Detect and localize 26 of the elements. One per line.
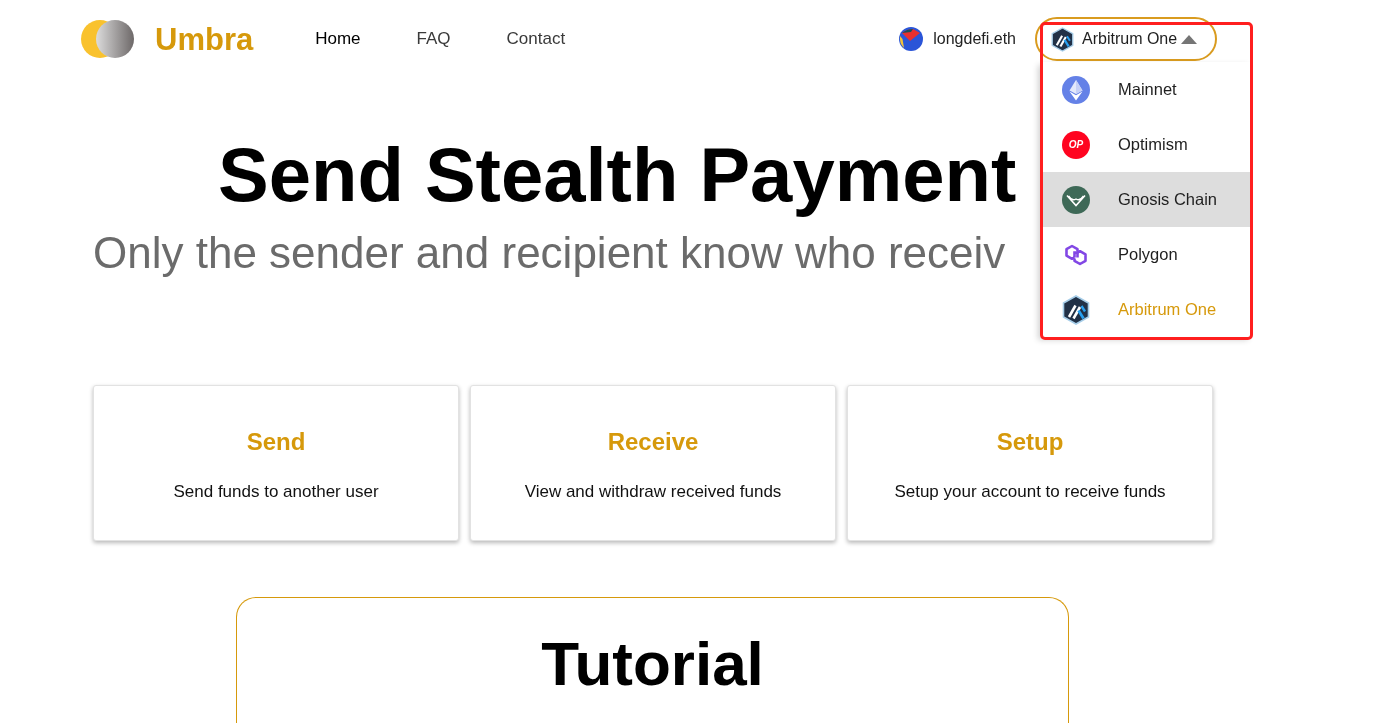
action-card[interactable]: Setup Setup your account to receive funds bbox=[847, 385, 1213, 541]
action-card[interactable]: Receive View and withdraw received funds bbox=[470, 385, 836, 541]
page-subtitle: Only the sender and recipient know who receiv bbox=[93, 231, 1006, 275]
owl-emblem-icon bbox=[1062, 185, 1090, 214]
card-title: Receive bbox=[607, 431, 699, 453]
network-logo: OP bbox=[1062, 130, 1090, 159]
card-description: View and withdraw received funds bbox=[524, 482, 782, 502]
network-option[interactable]: Gnosis Chain bbox=[1040, 172, 1250, 227]
avatar-icon bbox=[899, 27, 924, 51]
network-button[interactable]: Arbitrum One bbox=[1035, 17, 1217, 61]
account-name[interactable]: longdefi.eth bbox=[933, 27, 1016, 51]
striped-hexagon-icon bbox=[1062, 294, 1090, 325]
nav-link[interactable]: Home bbox=[315, 26, 361, 52]
card-description: Setup your account to receive funds bbox=[894, 482, 1166, 502]
tutorial-title: Tutorial bbox=[541, 633, 764, 695]
striped-hexagon-icon bbox=[1051, 26, 1074, 52]
diamond-coin-icon bbox=[1062, 75, 1090, 104]
nav-link[interactable]: FAQ bbox=[416, 26, 451, 52]
network-option[interactable]: Mainnet bbox=[1040, 62, 1250, 117]
logo-icon bbox=[81, 20, 134, 58]
action-card[interactable]: Send Send funds to another user bbox=[93, 385, 459, 541]
card-title: Send bbox=[246, 431, 306, 453]
nav-link[interactable]: Contact bbox=[506, 26, 566, 52]
card-description: Send funds to another user bbox=[173, 482, 379, 502]
linked-hexagons-icon bbox=[1062, 242, 1090, 267]
card-title: Setup bbox=[996, 431, 1064, 453]
